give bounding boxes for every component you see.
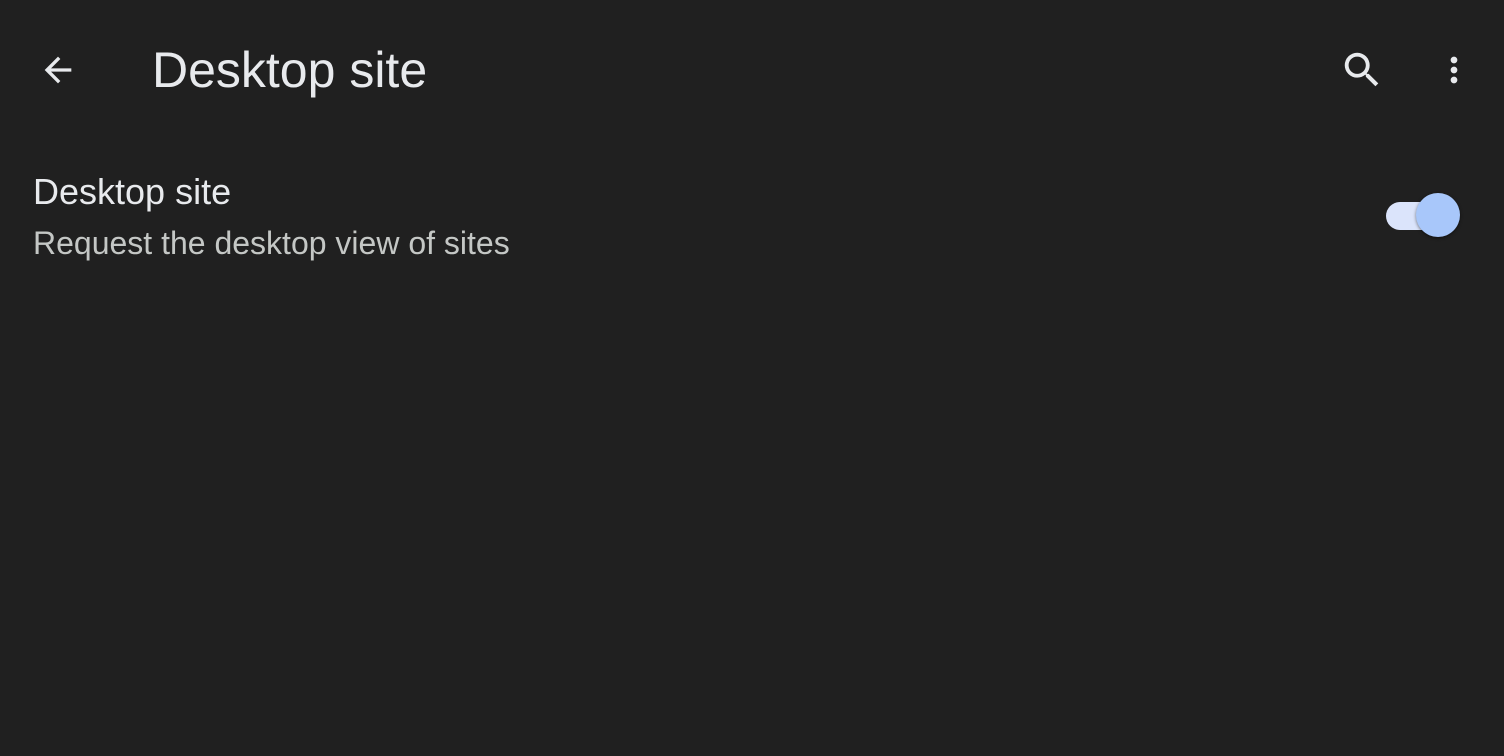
search-button[interactable] — [1330, 40, 1394, 100]
toggle-thumb — [1416, 193, 1460, 237]
desktop-site-toggle[interactable] — [1382, 190, 1464, 240]
settings-screen: Desktop site Desktop site Request the de… — [0, 0, 1504, 756]
setting-summary: Request the desktop view of sites — [33, 225, 510, 261]
setting-title: Desktop site — [33, 171, 232, 212]
top-app-bar: Desktop site — [0, 0, 1504, 140]
page-title: Desktop site — [152, 42, 428, 98]
desktop-site-setting-row[interactable]: Desktop site Request the desktop view of… — [0, 150, 1504, 280]
search-icon — [1344, 52, 1379, 87]
back-button[interactable] — [28, 40, 88, 100]
arrow-back-icon — [44, 56, 72, 84]
more-vert-icon — [1450, 56, 1458, 84]
more-options-button[interactable] — [1426, 40, 1482, 100]
